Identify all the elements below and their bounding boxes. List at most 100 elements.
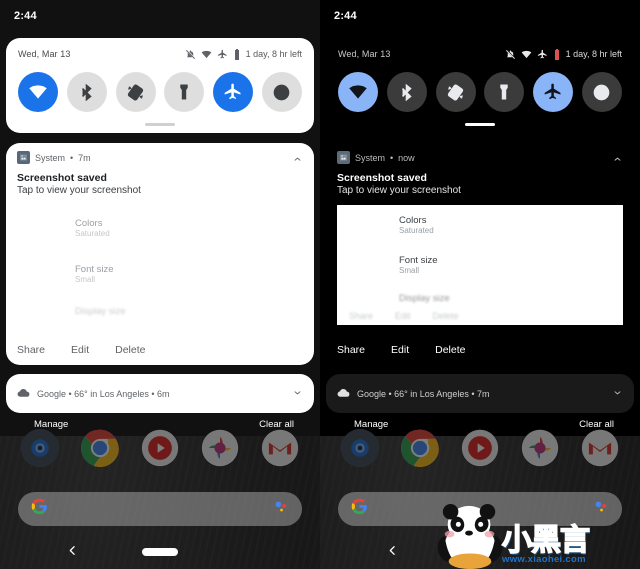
notification-title: Screenshot saved [17,172,107,184]
preview-row-value: Small [75,275,96,284]
quick-settings-status-icons: 1 day, 8 hr left [505,48,622,60]
notification-title: Screenshot saved [337,172,427,184]
chevron-down-icon[interactable] [612,385,623,403]
preview-row-label: Display size [399,293,450,304]
delete-action-button[interactable]: Delete [115,344,145,356]
preview-row-label: Display size [75,306,126,317]
battery-status-text: 1 day, 8 hr left [245,49,302,59]
notification-header: System • now [326,143,634,164]
notification-separator: • [70,152,74,163]
preview-delete-action: Delete [432,311,459,321]
preview-row-label: Font size [399,255,438,266]
quick-settings-drag-handle[interactable] [465,123,495,126]
do-not-disturb-tile[interactable] [261,72,302,112]
bluetooth-tile[interactable] [66,72,107,112]
shade-footer: Manage Clear all [320,419,640,435]
edit-action-button[interactable]: Edit [391,344,409,356]
notification-source-label: System [355,152,386,163]
status-bar-clock: 2:44 [14,10,37,22]
preview-row-value: Saturated [399,226,434,235]
clear-all-button[interactable]: Clear all [579,419,614,435]
screenshot-notification-card[interactable]: System • now Screenshot saved Tap to vie… [326,143,634,365]
chevron-left-icon[interactable] [386,544,399,560]
status-bar: 2:44 [320,0,640,32]
quick-settings-status-icons: 1 day, 8 hr left [185,48,302,60]
google-assistant-icon[interactable] [272,498,289,520]
quick-settings-tiles [326,64,634,112]
auto-rotate-tile[interactable] [435,72,476,112]
google-weather-notification[interactable]: Google • 66° in Los Angeles • 7m [326,374,634,413]
preview-row-value: Saturated [75,229,110,238]
battery-status-text: 1 day, 8 hr left [565,49,622,59]
quick-settings-header: Wed, Mar 13 1 day, 8 hr left [326,38,634,64]
quick-settings-drag-handle[interactable] [145,123,175,126]
notification-separator: • [390,152,394,163]
preview-actions: Share Edit Delete [349,311,459,321]
preview-share-action: Share [349,311,374,321]
battery-icon [233,48,241,60]
google-weather-notification[interactable]: Google • 66° in Los Angeles • 6m [6,374,314,413]
status-bar-clock: 2:44 [334,10,357,22]
flashlight-tile[interactable] [164,72,205,112]
google-assistant-icon[interactable] [592,498,609,520]
preview-row: Colors Saturated [399,215,623,235]
notification-header: System • 7m [6,143,314,164]
preview-row: Font size Small [399,255,623,275]
google-notification-text: Google • 66° in Los Angeles • 7m [357,388,490,399]
notification-actions: Share Edit Delete [337,344,465,356]
wifi-icon [201,49,212,60]
notification-body: Tap to view your screenshot [337,185,461,196]
auto-rotate-tile[interactable] [115,72,156,112]
share-action-button[interactable]: Share [337,344,365,356]
quick-settings-card: Wed, Mar 13 1 day, 8 hr left [6,38,314,133]
notification-actions: Share Edit Delete [17,344,145,356]
wifi-tile[interactable] [18,72,58,112]
quick-settings-header: Wed, Mar 13 1 day, 8 hr left [6,38,314,64]
google-search-bar[interactable] [18,492,302,526]
airplane-icon [537,49,548,60]
do-not-disturb-tile[interactable] [581,72,622,112]
image-icon [17,151,30,164]
clear-all-button[interactable]: Clear all [259,419,294,435]
screenshot-preview[interactable]: Colors Saturated Font size Small Display… [337,205,623,325]
preview-row-value: Small [399,266,420,275]
flashlight-tile[interactable] [484,72,525,112]
wifi-tile[interactable] [338,72,378,112]
quick-settings-date: Wed, Mar 13 [18,49,71,59]
navigation-bar [320,535,640,569]
cloud-icon [337,385,350,403]
edit-action-button[interactable]: Edit [71,344,89,356]
chevron-up-icon[interactable] [612,152,623,170]
screenshot-preview[interactable]: Colors Saturated Font size Small Display… [17,196,303,329]
preview-row-label: Colors [75,218,103,229]
airplane-mode-tile[interactable] [533,72,574,112]
manage-button[interactable]: Manage [34,419,68,435]
light-theme-panel: 2:44 Wed, Mar 13 1 day, 8 hr left System… [0,0,320,569]
notifications-off-icon [185,49,196,60]
notification-body: Tap to view your screenshot [17,185,141,196]
bluetooth-tile[interactable] [386,72,427,112]
screenshot-notification-card[interactable]: System • 7m Screenshot saved Tap to view… [6,143,314,365]
manage-button[interactable]: Manage [354,419,388,435]
airplane-mode-tile[interactable] [213,72,254,112]
google-notification-text: Google • 66° in Los Angeles • 6m [37,388,170,399]
image-icon [337,151,350,164]
chevron-left-icon[interactable] [66,544,79,560]
cloud-icon [17,385,30,403]
preview-edit-action: Edit [395,311,411,321]
preview-row-label: Colors [399,215,427,226]
chevron-down-icon[interactable] [292,385,303,403]
preview-row: Display size [399,293,623,304]
notifications-off-icon [505,49,516,60]
delete-action-button[interactable]: Delete [435,344,465,356]
home-gesture-pill[interactable] [142,548,178,556]
preview-row: Font size Small [75,264,303,284]
chevron-up-icon[interactable] [292,152,303,170]
notification-time: now [398,152,415,163]
share-action-button[interactable]: Share [17,344,45,356]
google-search-bar[interactable] [338,492,622,526]
quick-settings-tiles [6,64,314,112]
quick-settings-card: Wed, Mar 13 1 day, 8 hr left [326,38,634,133]
battery-icon [553,48,561,60]
preview-row: Display size [75,306,303,317]
